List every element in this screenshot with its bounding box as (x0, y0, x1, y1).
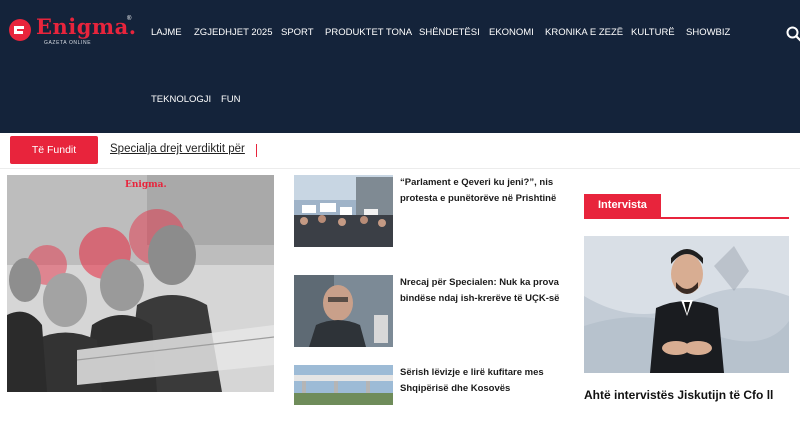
breaking-news-ticker: Të Fundit Specialja drejt verdiktit për (0, 133, 800, 169)
list-item[interactable]: Sërish lëvizje e lirë kufitare mes Shqip… (294, 365, 564, 437)
article-title[interactable]: “Parlament e Qeveri ku jeni?”, nis prote… (400, 175, 565, 207)
logo-text: Enigma. (36, 14, 137, 39)
border-crossing-photo-illustration (294, 365, 393, 405)
article-title[interactable]: Nrecaj për Specialen: Nuk ka prova bindë… (400, 275, 565, 307)
nav-item-teknologji[interactable]: TEKNOLOGJI (151, 94, 211, 105)
logo-tagline: GAZETA ONLINE (44, 40, 92, 46)
article-title[interactable]: Sërish lëvizje e lirë kufitare mes Shqip… (400, 365, 565, 397)
nav-item-zgjedhjet[interactable]: ZGJEDHJET 2025 (194, 27, 273, 38)
logo-registered-mark: ® (127, 16, 132, 22)
portrait-photo-illustration (294, 275, 393, 347)
article-thumbnail[interactable] (294, 275, 393, 347)
logo-mark-icon (9, 19, 31, 41)
list-item[interactable]: Nrecaj për Specialen: Nuk ka prova bindë… (294, 275, 564, 347)
protest-photo-illustration (294, 175, 393, 247)
article-thumbnail[interactable] (294, 175, 393, 247)
ticker-headline-link[interactable]: Specialja drejt verdiktit për (110, 143, 245, 155)
nav-item-shendetesi[interactable]: SHËNDETËSI (419, 27, 480, 38)
nav-item-sport[interactable]: SPORT (281, 27, 314, 38)
featured-article-image[interactable]: Enigma. (7, 175, 274, 392)
interview-image[interactable] (584, 236, 789, 373)
nav-item-fun[interactable]: FUN (221, 94, 241, 105)
interview-section-header: Intervista (584, 194, 789, 219)
nav-item-produktet[interactable]: PRODUKTET TONA (325, 27, 412, 38)
section-badge[interactable]: Intervista (584, 194, 661, 217)
list-item[interactable]: “Parlament e Qeveri ku jeni?”, nis prote… (294, 175, 564, 247)
article-thumbnail[interactable] (294, 365, 393, 437)
feature-watermark: Enigma. (125, 180, 167, 190)
site-header: Enigma. ® GAZETA ONLINE LAJME ZGJEDHJET … (0, 0, 800, 133)
nav-item-kulture[interactable]: KULTURË (631, 27, 675, 38)
site-logo[interactable]: Enigma. ® GAZETA ONLINE (8, 14, 136, 48)
featured-photo-illustration: Enigma. (7, 175, 274, 392)
nav-item-kronika[interactable]: KRONIKA E ZEZË (545, 27, 623, 38)
ticker-cursor (256, 144, 257, 157)
nav-item-ekonomi[interactable]: EKONOMI (489, 27, 534, 38)
ticker-badge: Të Fundit (10, 136, 98, 164)
search-icon[interactable] (786, 26, 800, 42)
nav-item-lajme[interactable]: LAJME (151, 27, 182, 38)
nav-item-showbiz[interactable]: SHOWBIZ (686, 27, 730, 38)
interview-photo-illustration (584, 236, 789, 373)
